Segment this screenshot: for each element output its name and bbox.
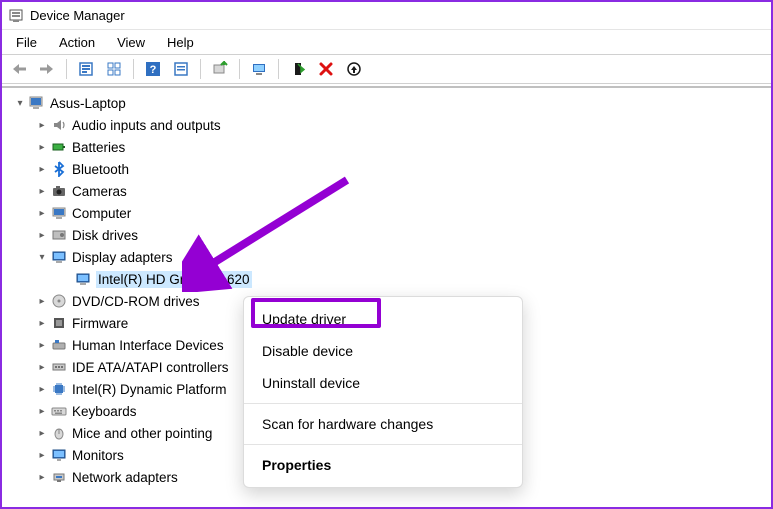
- chip-icon: [50, 380, 68, 398]
- tree-item-disk-drives[interactable]: ▸ Disk drives: [6, 224, 771, 246]
- menu-file[interactable]: File: [6, 33, 47, 52]
- hid-icon: [50, 336, 68, 354]
- bluetooth-icon: [50, 160, 68, 178]
- tree-item-computer[interactable]: ▸ Computer: [6, 202, 771, 224]
- scan-icon[interactable]: [246, 57, 272, 81]
- tree-item-label: Intel(R) HD Graphics 620: [96, 271, 252, 288]
- monitor-icon: [50, 446, 68, 464]
- expand-icon[interactable]: ▸: [34, 425, 50, 441]
- toolbar-separator: [200, 59, 201, 79]
- speaker-icon: [50, 116, 68, 134]
- tree-item-label: Network adapters: [72, 470, 178, 485]
- show-all-icon[interactable]: [101, 57, 127, 81]
- no-twisty: [58, 271, 74, 287]
- disable-device-icon[interactable]: [341, 57, 367, 81]
- forward-button[interactable]: [34, 57, 60, 81]
- svg-text:?: ?: [150, 64, 157, 76]
- back-button[interactable]: [6, 57, 32, 81]
- tree-item-label: Firmware: [72, 316, 128, 331]
- network-icon: [50, 468, 68, 486]
- expand-icon[interactable]: ▸: [34, 337, 50, 353]
- tree-item-batteries[interactable]: ▸ Batteries: [6, 136, 771, 158]
- update-driver-icon[interactable]: [207, 57, 233, 81]
- expand-icon[interactable]: ▸: [34, 403, 50, 419]
- help-icon[interactable]: ?: [140, 57, 166, 81]
- window-title: Device Manager: [30, 8, 125, 23]
- expand-icon[interactable]: ▸: [34, 447, 50, 463]
- menu-bar: File Action View Help: [2, 30, 771, 54]
- tree-item-label: Batteries: [72, 140, 125, 155]
- tree-item-display-adapters[interactable]: ▾ Display adapters: [6, 246, 771, 268]
- tree-item-cameras[interactable]: ▸ Cameras: [6, 180, 771, 202]
- menu-view[interactable]: View: [107, 33, 155, 52]
- ctx-disable-device[interactable]: Disable device: [244, 335, 522, 367]
- tree-item-label: Bluetooth: [72, 162, 129, 177]
- toolbar-separator: [66, 59, 67, 79]
- computer-icon: [28, 94, 46, 112]
- disk-icon: [50, 226, 68, 244]
- dvd-icon: [50, 292, 68, 310]
- camera-icon: [50, 182, 68, 200]
- tree-item-label: Cameras: [72, 184, 127, 199]
- display-adapter-icon: [50, 248, 68, 266]
- uninstall-device-icon[interactable]: [313, 57, 339, 81]
- ctx-separator: [244, 444, 522, 445]
- expand-icon[interactable]: ▸: [34, 205, 50, 221]
- ctx-scan-hardware[interactable]: Scan for hardware changes: [244, 408, 522, 440]
- collapse-icon[interactable]: ▾: [12, 95, 28, 111]
- tree-root-label: Asus-Laptop: [50, 96, 126, 111]
- title-bar: Device Manager: [2, 2, 771, 30]
- tree-item-label: Monitors: [72, 448, 124, 463]
- menu-action[interactable]: Action: [49, 33, 105, 52]
- menu-help[interactable]: Help: [157, 33, 204, 52]
- expand-icon[interactable]: ▸: [34, 139, 50, 155]
- mouse-icon: [50, 424, 68, 442]
- tree-item-audio[interactable]: ▸ Audio inputs and outputs: [6, 114, 771, 136]
- tree-item-label: DVD/CD-ROM drives: [72, 294, 200, 309]
- expand-icon[interactable]: ▸: [34, 227, 50, 243]
- keyboard-icon: [50, 402, 68, 420]
- show-hidden-icon[interactable]: [73, 57, 99, 81]
- tree-item-label: Display adapters: [72, 250, 173, 265]
- tree-item-label: Audio inputs and outputs: [72, 118, 221, 133]
- collapse-icon[interactable]: ▾: [34, 249, 50, 265]
- expand-icon[interactable]: ▸: [34, 161, 50, 177]
- tree-item-label: Intel(R) Dynamic Platform: [72, 382, 227, 397]
- app-icon: [8, 8, 24, 24]
- tree-item-label: Keyboards: [72, 404, 137, 419]
- ctx-update-driver[interactable]: Update driver: [244, 303, 522, 335]
- firmware-icon: [50, 314, 68, 332]
- tree-item-label: IDE ATA/ATAPI controllers: [72, 360, 229, 375]
- toolbar-separator: [239, 59, 240, 79]
- expand-icon[interactable]: ▸: [34, 183, 50, 199]
- computer-icon: [50, 204, 68, 222]
- ctx-properties[interactable]: Properties: [244, 449, 522, 481]
- context-menu: Update driver Disable device Uninstall d…: [243, 296, 523, 488]
- tree-item-label: Computer: [72, 206, 131, 221]
- expand-icon[interactable]: ▸: [34, 469, 50, 485]
- expand-icon[interactable]: ▸: [34, 315, 50, 331]
- enable-device-icon[interactable]: [285, 57, 311, 81]
- tree-item-label: Disk drives: [72, 228, 138, 243]
- tree-item-label: Human Interface Devices: [72, 338, 224, 353]
- expand-icon[interactable]: ▸: [34, 381, 50, 397]
- toolbar-separator: [133, 59, 134, 79]
- toolbar: ?: [2, 54, 771, 84]
- ctx-separator: [244, 403, 522, 404]
- toolbar-separator: [278, 59, 279, 79]
- display-adapter-icon: [74, 270, 92, 288]
- expand-icon[interactable]: ▸: [34, 359, 50, 375]
- expand-icon[interactable]: ▸: [34, 293, 50, 309]
- tree-item-bluetooth[interactable]: ▸ Bluetooth: [6, 158, 771, 180]
- tree-root[interactable]: ▾ Asus-Laptop: [6, 92, 771, 114]
- battery-icon: [50, 138, 68, 156]
- expand-icon[interactable]: ▸: [34, 117, 50, 133]
- properties-icon[interactable]: [168, 57, 194, 81]
- ctx-uninstall-device[interactable]: Uninstall device: [244, 367, 522, 399]
- tree-item-label: Mice and other pointing: [72, 426, 212, 441]
- tree-item-gpu[interactable]: Intel(R) HD Graphics 620: [6, 268, 771, 290]
- ide-icon: [50, 358, 68, 376]
